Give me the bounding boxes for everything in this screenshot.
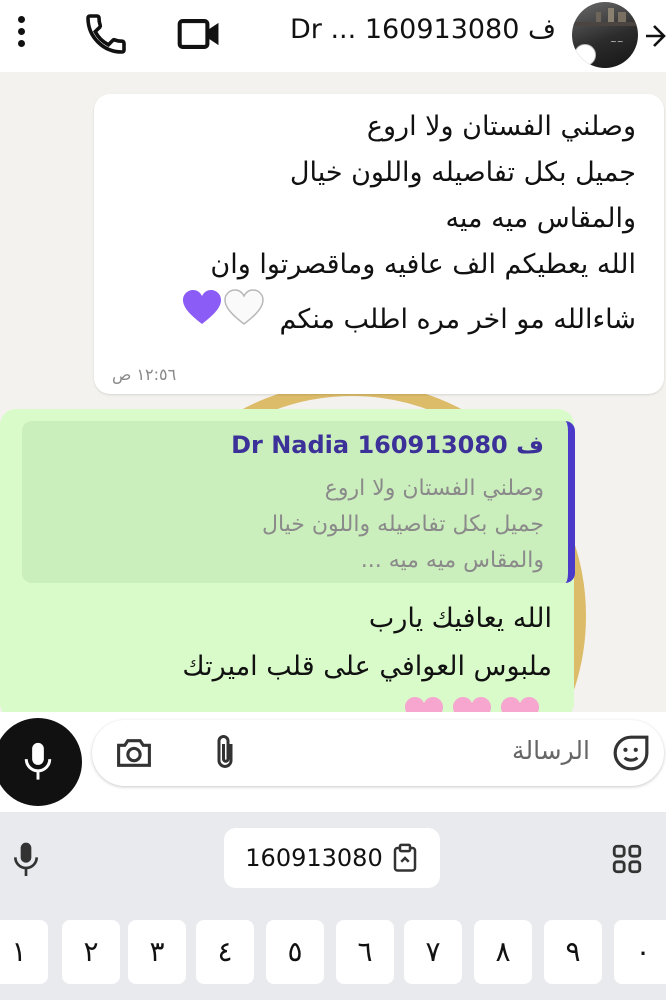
pink-heart-icon (501, 697, 539, 712)
outgoing-message[interactable]: ف Dr Nadia 160913080 وصلني الفستان ولا ا… (0, 409, 575, 712)
message-line: شاءالله مو اخر مره اطلب منكم (181, 288, 636, 343)
back-arrow-icon[interactable] (646, 16, 666, 60)
quoted-line: وصلني الفستان ولا اروع (324, 476, 544, 501)
message-line: جميل بكل تفاصيله واللون خيال (289, 157, 636, 188)
pink-heart-icon (405, 697, 443, 712)
voice-record-button[interactable] (0, 718, 82, 806)
chat-header: ف 160913080 ... Dr ~~ (0, 0, 666, 72)
keyboard: 160913080 ١ ٢ ٣ ٤ ٥ ٦ ٧ ٨ ٩ ٠ (0, 812, 666, 1000)
quoted-line: جميل بكل تفاصيله واللون خيال (261, 512, 544, 537)
digit-row: ١ ٢ ٣ ٤ ٥ ٦ ٧ ٨ ٩ ٠ (0, 920, 666, 1000)
key-3[interactable]: ٣ (128, 920, 186, 984)
quoted-line: والمقاس ميه ميه ... (360, 548, 544, 573)
message-line: الله يعافيك يارب (368, 603, 552, 634)
key-4[interactable]: ٤ (196, 920, 254, 984)
more-options-icon[interactable] (10, 14, 34, 50)
message-composer: الرسالة (0, 712, 666, 812)
key-6[interactable]: ٦ (336, 920, 394, 984)
clipboard-suggestion[interactable]: 160913080 (224, 828, 440, 888)
emoji-icon[interactable] (612, 734, 650, 776)
pink-heart-emojis (402, 691, 552, 712)
message-line: وصلني الفستان ولا اروع (366, 111, 636, 142)
contact-name[interactable]: ف 160913080 ... Dr (290, 14, 556, 45)
message-line-text: شاءالله مو اخر مره اطلب منكم (279, 304, 636, 335)
key-1[interactable]: ١ (0, 920, 48, 984)
apps-grid-icon[interactable] (610, 842, 644, 880)
message-line: الله يعطيكم الف عافيه وماقصرتوا وان (210, 249, 636, 280)
white-heart-icon (224, 289, 264, 325)
status-badge (574, 44, 596, 66)
key-8[interactable]: ٨ (474, 920, 532, 984)
camera-icon[interactable] (114, 734, 154, 776)
quoted-text: وصلني الفستان ولا اروع جميل بكل تفاصيله … (262, 471, 544, 579)
message-timestamp: ١٢:٥٦ ص (112, 365, 177, 384)
message-line: والمقاس ميه ميه (445, 203, 636, 234)
pink-heart-icon (453, 697, 491, 712)
incoming-message[interactable]: وصلني الفستان ولا اروع جميل بكل تفاصيله … (94, 94, 664, 394)
reply-text: الله يعافيك يارب ملبوس العوافي على قلب ا… (182, 595, 552, 691)
contact-avatar[interactable]: ~~ (572, 2, 638, 68)
key-0[interactable]: ٠ (614, 920, 666, 984)
microphone-icon (24, 742, 52, 780)
key-7[interactable]: ٧ (404, 920, 462, 984)
quoted-sender: ف Dr Nadia 160913080 (231, 431, 544, 459)
chat-area[interactable]: ✿✿✿ ❀ وصلني الفستان ولا اروع جميل بكل تف… (0, 72, 666, 712)
clipboard-icon (393, 843, 416, 872)
message-line: ملبوس العوافي على قلب اميرتك (182, 651, 552, 682)
attach-icon[interactable] (210, 732, 240, 778)
svg-text:~~: ~~ (610, 37, 623, 46)
call-icon[interactable] (82, 10, 130, 62)
quoted-message[interactable]: ف Dr Nadia 160913080 وصلني الفستان ولا ا… (22, 421, 575, 583)
purple-heart-icon (182, 290, 221, 324)
message-input[interactable]: الرسالة (92, 720, 664, 786)
clipboard-text: 160913080 (245, 844, 383, 872)
incoming-text: وصلني الفستان ولا اروع جميل بكل تفاصيله … (181, 104, 636, 343)
key-5[interactable]: ٥ (266, 920, 324, 984)
video-call-icon[interactable] (176, 12, 224, 60)
key-9[interactable]: ٩ (544, 920, 602, 984)
key-2[interactable]: ٢ (62, 920, 120, 984)
keyboard-mic-icon[interactable] (10, 840, 42, 884)
message-placeholder: الرسالة (512, 736, 590, 765)
heart-emojis (181, 288, 265, 343)
